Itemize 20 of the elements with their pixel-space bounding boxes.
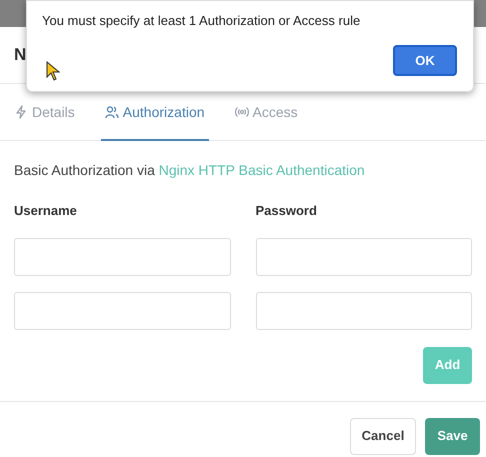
link[interactable]: Nginx HTTP Basic Authentication [158, 162, 365, 178]
username-field[interactable] [14, 238, 230, 276]
field-label: Username [14, 202, 78, 220]
password-field[interactable] [256, 238, 472, 276]
field-label: Password [256, 202, 318, 220]
save-button[interactable]: Save [425, 418, 480, 454]
modal-title: N [14, 44, 26, 66]
username-field[interactable] [14, 292, 230, 330]
tab[interactable]: Access [230, 99, 302, 141]
cancel-button[interactable]: Cancel [350, 418, 416, 454]
tab[interactable]: Details [10, 99, 79, 141]
tab[interactable]: Authorization [100, 99, 209, 141]
broadcast-icon [234, 105, 249, 119]
password-field[interactable] [256, 292, 472, 330]
cursor-icon [46, 61, 60, 81]
users-icon [104, 105, 119, 119]
intro-text: Basic Authorization via Nginx HTTP Basic Authentication [14, 161, 366, 180]
alert-message: You must specify at least 1 Authorization or Access rule [42, 12, 360, 30]
bolt-icon [14, 105, 28, 119]
ok-button[interactable]: OK [393, 45, 457, 76]
